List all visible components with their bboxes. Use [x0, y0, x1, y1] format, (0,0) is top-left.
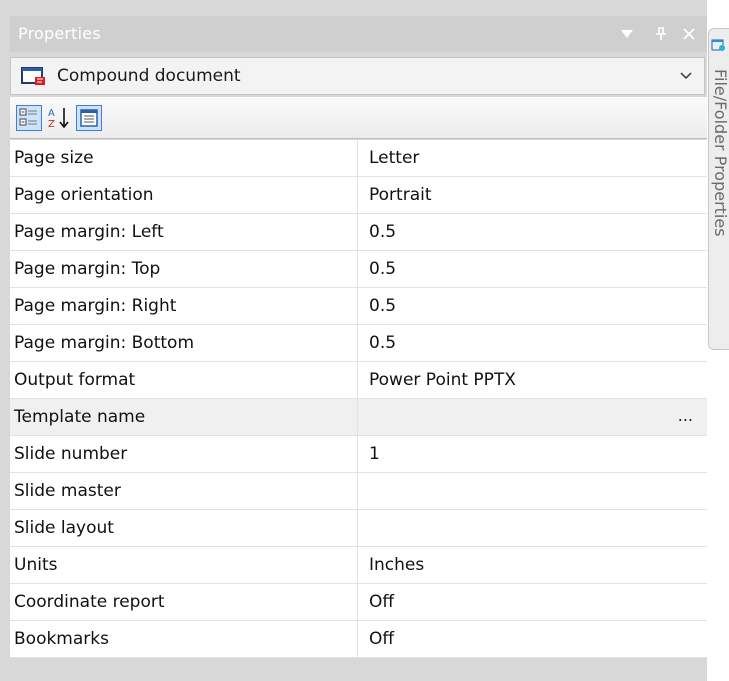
property-name: Slide master	[10, 473, 358, 509]
chevron-down-icon[interactable]	[678, 67, 694, 83]
close-icon[interactable]	[678, 20, 700, 48]
property-value[interactable]: Letter	[369, 140, 689, 176]
property-row[interactable]: Page size Letter	[10, 140, 707, 177]
property-name: Slide number	[10, 436, 358, 472]
property-value[interactable]: Off	[369, 621, 689, 657]
sort-alphabetical-icon[interactable]: A Z	[46, 105, 72, 131]
property-value[interactable]: 1	[369, 436, 689, 472]
property-row[interactable]: Slide number 1	[10, 436, 707, 473]
side-tab-file-folder-properties[interactable]: File/Folder Properties	[708, 28, 729, 350]
property-name: Slide layout	[10, 510, 358, 546]
property-name: Output format	[10, 362, 358, 398]
object-selector[interactable]: Compound document	[10, 57, 705, 95]
property-name: Page margin: Bottom	[10, 325, 358, 361]
property-name: Page orientation	[10, 177, 358, 213]
property-name: Page margin: Top	[10, 251, 358, 287]
property-name: Bookmarks	[10, 621, 358, 657]
property-value[interactable]: 0.5	[369, 251, 689, 287]
property-row[interactable]: Page margin: Top 0.5	[10, 251, 707, 288]
property-toolbar: A Z	[10, 97, 707, 139]
property-value[interactable]: Portrait	[369, 177, 689, 213]
object-selector-value: Compound document	[57, 66, 241, 86]
property-value[interactable]	[369, 510, 689, 546]
property-name: Coordinate report	[10, 584, 358, 620]
property-value[interactable]: Power Point PPTX	[369, 362, 689, 398]
folder-properties-icon	[711, 37, 726, 52]
side-tab-label: File/Folder Properties	[711, 69, 729, 237]
property-grid: Page size Letter Page orientation Portrait P…	[10, 140, 707, 658]
title-bar: Properties	[10, 16, 707, 52]
property-row[interactable]: Units Inches	[10, 547, 707, 584]
property-row[interactable]: Coordinate report Off	[10, 584, 707, 621]
property-row[interactable]: Page margin: Left 0.5	[10, 214, 707, 251]
property-row[interactable]: Bookmarks Off	[10, 621, 707, 658]
panel-title: Properties	[18, 24, 101, 43]
property-value[interactable]: Inches	[369, 547, 689, 583]
property-value[interactable]: 0.5	[369, 325, 689, 361]
property-name: Page margin: Right	[10, 288, 358, 324]
compound-document-icon	[21, 67, 47, 86]
property-value[interactable]	[369, 399, 689, 435]
property-name: Template name	[10, 399, 358, 435]
property-row[interactable]: Output format Power Point PPTX	[10, 362, 707, 399]
property-pages-icon[interactable]	[76, 105, 102, 131]
pin-icon[interactable]	[650, 20, 672, 48]
property-row[interactable]: Slide master	[10, 473, 707, 510]
triangle-down-icon[interactable]	[616, 20, 638, 48]
property-name: Page margin: Left	[10, 214, 358, 250]
property-row[interactable]: Page margin: Right 0.5	[10, 288, 707, 325]
property-value[interactable]: Off	[369, 584, 689, 620]
property-row[interactable]: Page margin: Bottom 0.5	[10, 325, 707, 362]
svg-text:Z: Z	[48, 119, 55, 130]
property-row[interactable]: Page orientation Portrait	[10, 177, 707, 214]
property-name: Page size	[10, 140, 358, 176]
property-value[interactable]	[369, 473, 689, 509]
property-row[interactable]: Template name...	[10, 399, 707, 436]
categorized-icon[interactable]	[16, 105, 42, 131]
property-name: Units	[10, 547, 358, 583]
svg-text:A: A	[48, 108, 55, 119]
properties-panel: Properties Compound document A Z Page si…	[0, 0, 707, 681]
property-row[interactable]: Slide layout	[10, 510, 707, 547]
browse-button[interactable]: ...	[678, 399, 693, 435]
property-value[interactable]: 0.5	[369, 214, 689, 250]
property-value[interactable]: 0.5	[369, 288, 689, 324]
